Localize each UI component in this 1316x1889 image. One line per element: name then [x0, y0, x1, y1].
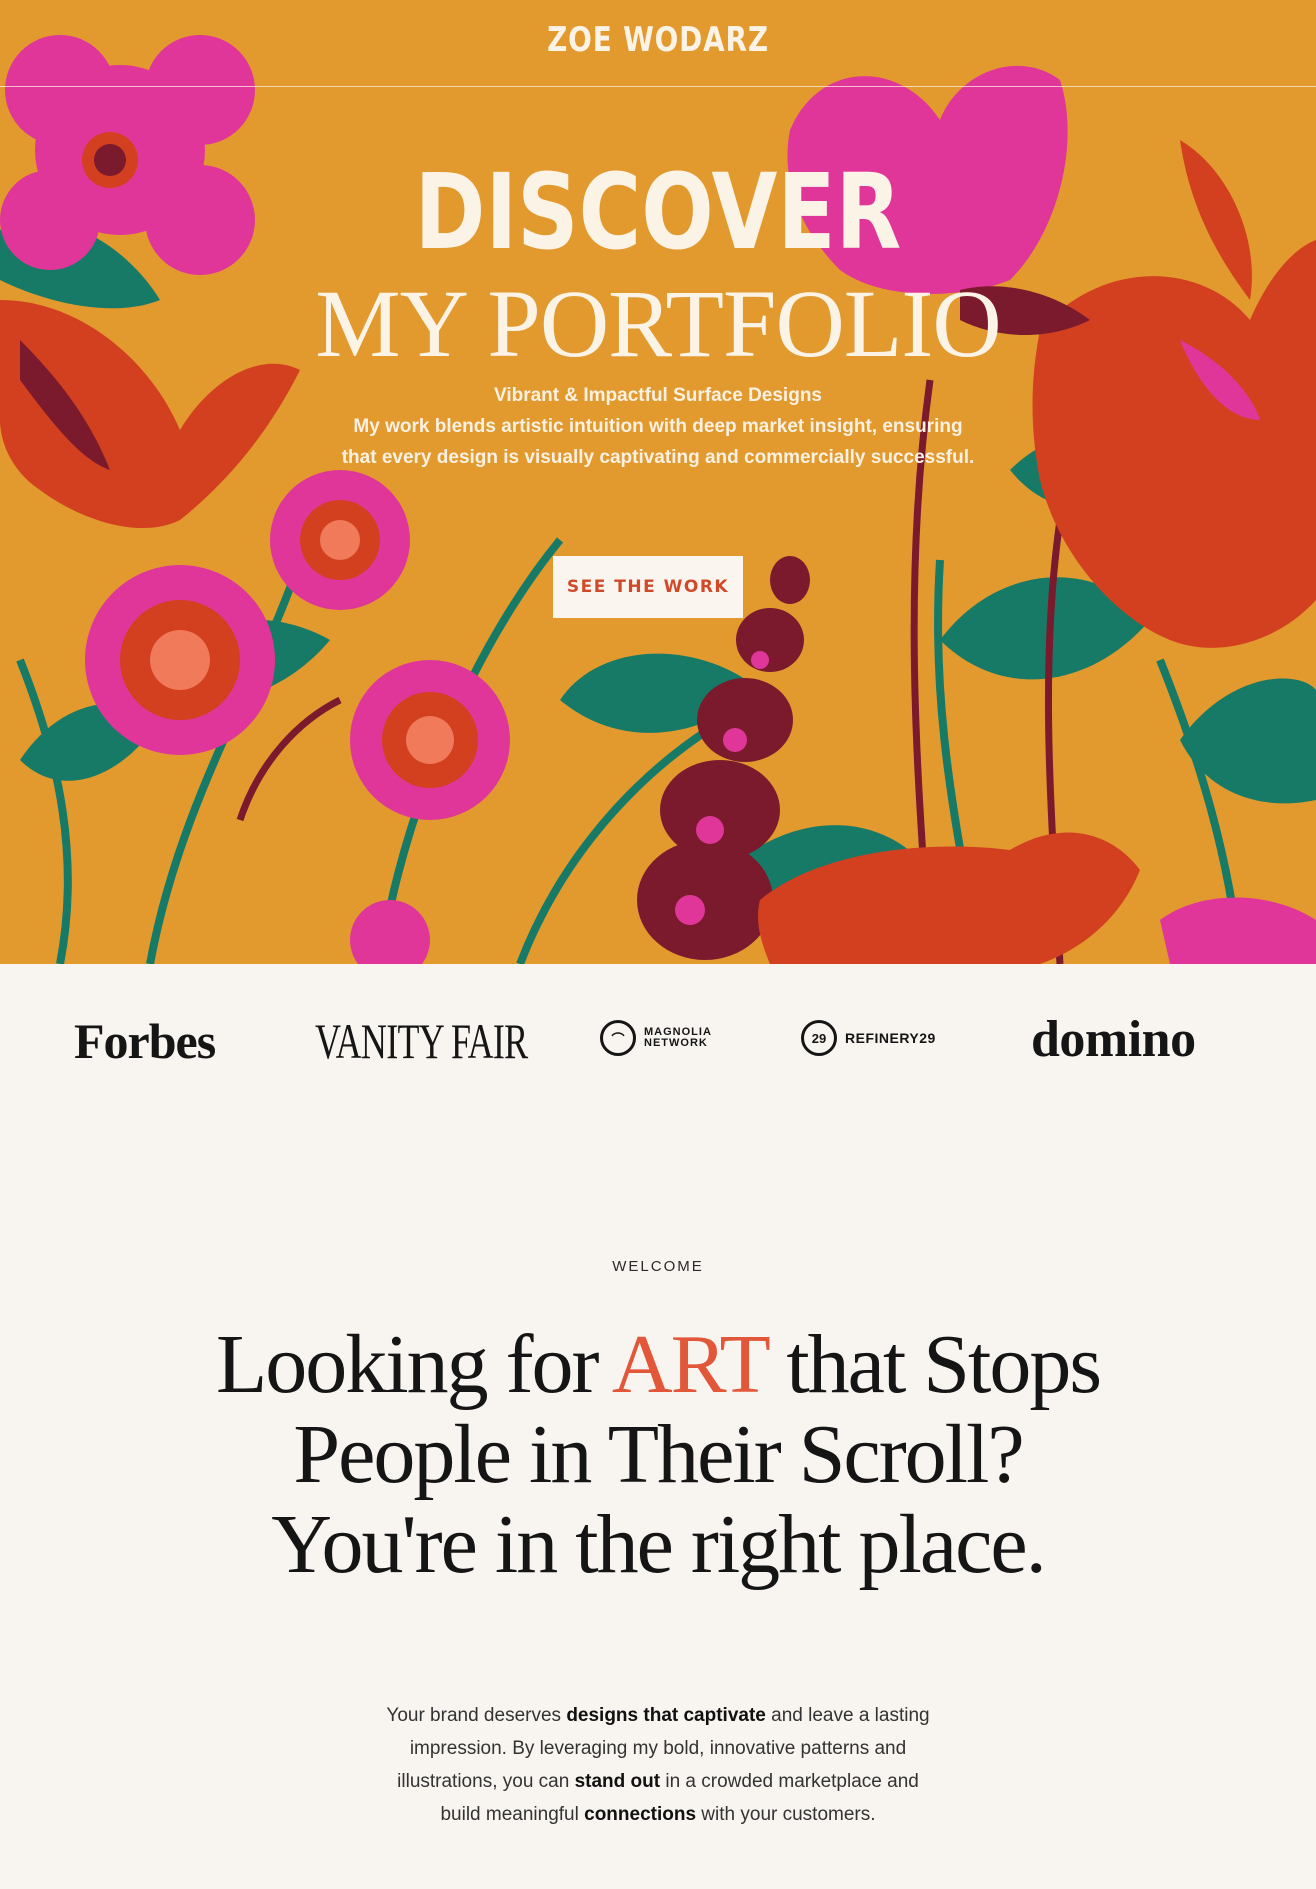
refinery29-mark-icon: 29	[801, 1020, 837, 1056]
logo-refinery29: 29 REFINERY29	[801, 1020, 936, 1056]
welcome-eyebrow: WELCOME	[612, 1258, 704, 1275]
hero-subtitle-block: Vibrant & Impactful Surface Designs My w…	[0, 380, 1316, 473]
hero-subtitle: Vibrant & Impactful Surface Designs	[493, 385, 822, 406]
logo-vanity-fair: VANITY FAIR	[315, 1013, 528, 1069]
headline-accent: ART	[611, 1318, 769, 1411]
hero-title-line1: DISCOVER	[414, 151, 902, 273]
welcome-headline: Looking for ART that Stops People in The…	[0, 1320, 1316, 1590]
floral-illustration	[0, 0, 1316, 964]
headline-line3: You're in the right place.	[271, 1498, 1046, 1591]
logo-forbes: Forbes	[74, 1013, 216, 1069]
hero-title-line2: MY PORTFOLIO	[315, 270, 1001, 377]
magnolia-line2: NETWORK	[644, 1037, 708, 1049]
see-the-work-button[interactable]: SEE THE WORK	[553, 556, 743, 618]
hero-section: ZOE WODARZ DISCOVER MY PORTFOLIO Vibrant…	[0, 0, 1316, 964]
site-name-link[interactable]: ZOE WODARZ	[118, 20, 1197, 60]
header-divider	[0, 86, 1316, 87]
headline-line2: People in Their Scroll?	[293, 1408, 1024, 1501]
welcome-body: Your brand deserves designs that captiva…	[386, 1705, 930, 1825]
logo-magnolia-network: ⌒ MAGNOLIA NETWORK	[600, 1020, 712, 1056]
hero-description-line1: My work blends artistic intuition with d…	[353, 416, 963, 437]
logo-domino: domino	[1031, 1011, 1196, 1068]
magnolia-mark-icon: ⌒	[600, 1020, 636, 1056]
headline-line1: Looking for ART that Stops	[215, 1318, 1102, 1411]
refinery29-text: REFINERY29	[845, 1030, 936, 1046]
hero-description-line2: that every design is visually captivatin…	[341, 447, 975, 468]
